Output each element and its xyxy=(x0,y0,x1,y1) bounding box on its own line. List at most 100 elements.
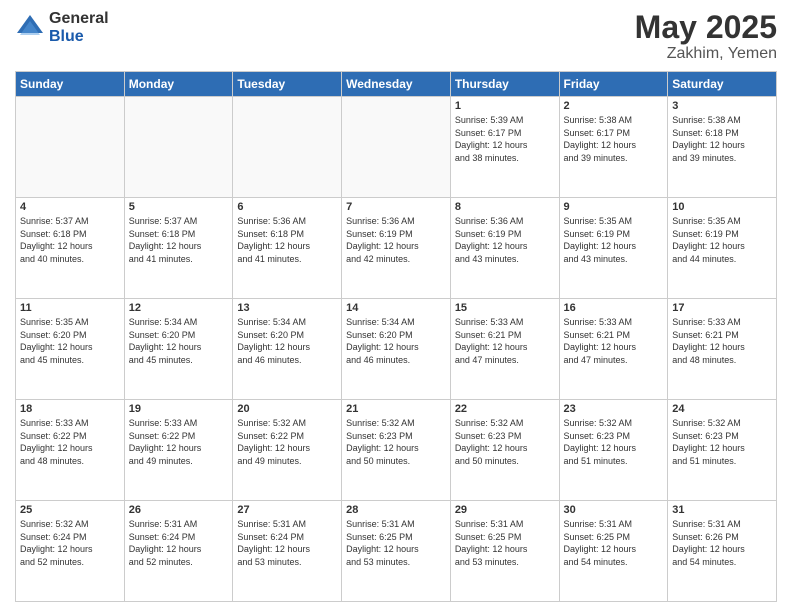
week-row-1: 1 Sunrise: 5:39 AM Sunset: 6:17 PM Daylig… xyxy=(16,97,777,198)
day-info: Sunrise: 5:32 AM Sunset: 6:23 PM Dayligh… xyxy=(564,417,664,467)
day-number: 24 xyxy=(672,403,772,415)
day-number: 5 xyxy=(129,201,229,213)
calendar-cell: 21 Sunrise: 5:32 AM Sunset: 6:23 PM Dayli… xyxy=(342,400,451,501)
day-number: 27 xyxy=(237,504,337,516)
day-number: 3 xyxy=(672,100,772,112)
day-info: Sunrise: 5:32 AM Sunset: 6:24 PM Dayligh… xyxy=(20,518,120,568)
day-info: Sunrise: 5:34 AM Sunset: 6:20 PM Dayligh… xyxy=(346,316,446,366)
calendar-cell: 9 Sunrise: 5:35 AM Sunset: 6:19 PM Daylig… xyxy=(559,198,668,299)
calendar-cell: 6 Sunrise: 5:36 AM Sunset: 6:18 PM Daylig… xyxy=(233,198,342,299)
calendar-cell: 16 Sunrise: 5:33 AM Sunset: 6:21 PM Dayli… xyxy=(559,299,668,400)
calendar-cell: 11 Sunrise: 5:35 AM Sunset: 6:20 PM Dayli… xyxy=(16,299,125,400)
calendar-title: May 2025 xyxy=(635,10,777,45)
calendar-cell: 26 Sunrise: 5:31 AM Sunset: 6:24 PM Dayli… xyxy=(124,501,233,602)
day-number: 10 xyxy=(672,201,772,213)
calendar-cell: 27 Sunrise: 5:31 AM Sunset: 6:24 PM Dayli… xyxy=(233,501,342,602)
title-block: May 2025 Zakhim, Yemen xyxy=(635,10,777,63)
day-number: 8 xyxy=(455,201,555,213)
day-info: Sunrise: 5:32 AM Sunset: 6:23 PM Dayligh… xyxy=(346,417,446,467)
week-row-4: 18Sunrise: 5:33 AM Sunset: 6:22 PM Dayli… xyxy=(16,400,777,501)
day-info: Sunrise: 5:32 AM Sunset: 6:22 PM Dayligh… xyxy=(237,417,337,467)
col-sunday: Sunday xyxy=(16,72,125,97)
day-number: 22 xyxy=(455,403,555,415)
calendar-cell: 1 Sunrise: 5:39 AM Sunset: 6:17 PM Daylig… xyxy=(450,97,559,198)
day-number: 15 xyxy=(455,302,555,314)
calendar-cell: 30 Sunrise: 5:31 AM Sunset: 6:25 PM Dayli… xyxy=(559,501,668,602)
col-tuesday: Tuesday xyxy=(233,72,342,97)
calendar-cell: 22 Sunrise: 5:32 AM Sunset: 6:23 PM Dayli… xyxy=(450,400,559,501)
day-number: 4 xyxy=(20,201,120,213)
day-info: Sunrise: 5:32 AM Sunset: 6:23 PM Dayligh… xyxy=(455,417,555,467)
day-number: 13 xyxy=(237,302,337,314)
day-number: 11 xyxy=(20,302,120,314)
day-number: 9 xyxy=(564,201,664,213)
day-number: 29 xyxy=(455,504,555,516)
day-info: Sunrise: 5:36 AM Sunset: 6:19 PM Dayligh… xyxy=(455,215,555,265)
day-info: Sunrise: 5:35 AM Sunset: 6:20 PM Dayligh… xyxy=(20,316,120,366)
day-number: 23 xyxy=(564,403,664,415)
day-info: Sunrise: 5:36 AM Sunset: 6:19 PM Dayligh… xyxy=(346,215,446,265)
page: General Blue May 2025 Zakhim, Yemen Sund… xyxy=(0,0,792,612)
calendar-cell: 5 Sunrise: 5:37 AM Sunset: 6:18 PM Daylig… xyxy=(124,198,233,299)
calendar-cell: 20Sunrise: 5:32 AM Sunset: 6:22 PM Dayli… xyxy=(233,400,342,501)
day-info: Sunrise: 5:37 AM Sunset: 6:18 PM Dayligh… xyxy=(129,215,229,265)
calendar-cell: 14Sunrise: 5:34 AM Sunset: 6:20 PM Dayli… xyxy=(342,299,451,400)
calendar-cell: 4Sunrise: 5:37 AM Sunset: 6:18 PM Daylig… xyxy=(16,198,125,299)
week-row-2: 4 Sunrise: 5:37 AM Sunset: 6:18 PM Daylig… xyxy=(16,198,777,299)
day-info: Sunrise: 5:31 AM Sunset: 6:25 PM Dayligh… xyxy=(455,518,555,568)
day-info: Sunrise: 5:36 AM Sunset: 6:18 PM Dayligh… xyxy=(237,215,337,265)
day-info: Sunrise: 5:31 AM Sunset: 6:24 PM Dayligh… xyxy=(237,518,337,568)
day-number: 25 xyxy=(20,504,120,516)
header: General Blue May 2025 Zakhim, Yemen xyxy=(15,10,777,63)
day-number: 17 xyxy=(672,302,772,314)
day-info: Sunrise: 5:38 AM Sunset: 6:17 PM Dayligh… xyxy=(564,114,664,164)
calendar-cell: 18Sunrise: 5:33 AM Sunset: 6:22 PM Dayli… xyxy=(16,400,125,501)
day-info: Sunrise: 5:31 AM Sunset: 6:24 PM Dayligh… xyxy=(129,518,229,568)
calendar-cell: 7 Sunrise: 5:36 AM Sunset: 6:19 PM Daylig… xyxy=(342,198,451,299)
calendar-cell: 29 Sunrise: 5:31 AM Sunset: 6:25 PM Dayli… xyxy=(450,501,559,602)
day-info: Sunrise: 5:39 AM Sunset: 6:17 PM Dayligh… xyxy=(455,114,555,164)
col-friday: Friday xyxy=(559,72,668,97)
day-number: 1 xyxy=(455,100,555,112)
week-row-3: 11 Sunrise: 5:35 AM Sunset: 6:20 PM Dayli… xyxy=(16,299,777,400)
day-number: 16 xyxy=(564,302,664,314)
day-info: Sunrise: 5:33 AM Sunset: 6:22 PM Dayligh… xyxy=(20,417,120,467)
calendar-cell: 19Sunrise: 5:33 AM Sunset: 6:22 PM Dayli… xyxy=(124,400,233,501)
day-info: Sunrise: 5:33 AM Sunset: 6:21 PM Dayligh… xyxy=(672,316,772,366)
day-info: Sunrise: 5:34 AM Sunset: 6:20 PM Dayligh… xyxy=(237,316,337,366)
day-number: 6 xyxy=(237,201,337,213)
col-thursday: Thursday xyxy=(450,72,559,97)
day-number: 26 xyxy=(129,504,229,516)
calendar-cell: 31Sunrise: 5:31 AM Sunset: 6:26 PM Dayli… xyxy=(668,501,777,602)
calendar-cell: 8 Sunrise: 5:36 AM Sunset: 6:19 PM Daylig… xyxy=(450,198,559,299)
day-info: Sunrise: 5:31 AM Sunset: 6:25 PM Dayligh… xyxy=(564,518,664,568)
calendar-header-row: Sunday Monday Tuesday Wednesday Thursday… xyxy=(16,72,777,97)
day-info: Sunrise: 5:31 AM Sunset: 6:25 PM Dayligh… xyxy=(346,518,446,568)
day-number: 2 xyxy=(564,100,664,112)
calendar-cell: 10Sunrise: 5:35 AM Sunset: 6:19 PM Dayli… xyxy=(668,198,777,299)
calendar-cell: 2 Sunrise: 5:38 AM Sunset: 6:17 PM Daylig… xyxy=(559,97,668,198)
calendar-cell: 23 Sunrise: 5:32 AM Sunset: 6:23 PM Dayli… xyxy=(559,400,668,501)
logo-general-text: General xyxy=(49,10,109,28)
calendar-cell: 13 Sunrise: 5:34 AM Sunset: 6:20 PM Dayli… xyxy=(233,299,342,400)
day-info: Sunrise: 5:35 AM Sunset: 6:19 PM Dayligh… xyxy=(564,215,664,265)
logo-text: General Blue xyxy=(49,10,109,45)
day-number: 31 xyxy=(672,504,772,516)
calendar-cell: 25 Sunrise: 5:32 AM Sunset: 6:24 PM Dayli… xyxy=(16,501,125,602)
day-info: Sunrise: 5:33 AM Sunset: 6:21 PM Dayligh… xyxy=(564,316,664,366)
calendar-cell: 17 Sunrise: 5:33 AM Sunset: 6:21 PM Dayli… xyxy=(668,299,777,400)
col-monday: Monday xyxy=(124,72,233,97)
calendar-cell xyxy=(16,97,125,198)
day-info: Sunrise: 5:34 AM Sunset: 6:20 PM Dayligh… xyxy=(129,316,229,366)
calendar-cell: 12Sunrise: 5:34 AM Sunset: 6:20 PM Dayli… xyxy=(124,299,233,400)
day-number: 30 xyxy=(564,504,664,516)
calendar-cell: 15Sunrise: 5:33 AM Sunset: 6:21 PM Dayli… xyxy=(450,299,559,400)
week-row-5: 25 Sunrise: 5:32 AM Sunset: 6:24 PM Dayli… xyxy=(16,501,777,602)
col-wednesday: Wednesday xyxy=(342,72,451,97)
calendar-cell xyxy=(233,97,342,198)
logo: General Blue xyxy=(15,10,109,45)
day-info: Sunrise: 5:33 AM Sunset: 6:22 PM Dayligh… xyxy=(129,417,229,467)
calendar-cell xyxy=(342,97,451,198)
day-number: 21 xyxy=(346,403,446,415)
day-number: 7 xyxy=(346,201,446,213)
